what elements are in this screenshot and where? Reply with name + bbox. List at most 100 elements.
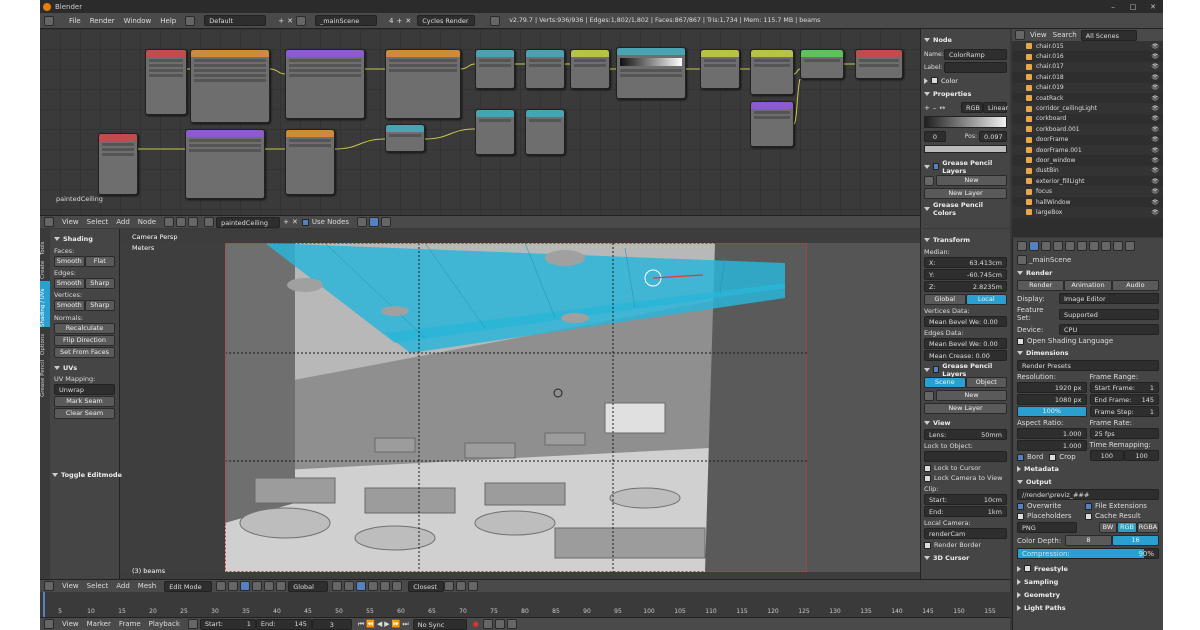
preview-range-icon[interactable] <box>187 619 198 629</box>
unwrap-select[interactable]: Unwrap <box>54 384 115 395</box>
render-preview-icon[interactable] <box>456 581 467 591</box>
tab-tools[interactable]: Tools <box>40 237 50 255</box>
outliner-type-icon[interactable] <box>1015 30 1025 40</box>
close-button[interactable]: ✕ <box>1143 3 1163 11</box>
view-gp-new-button[interactable]: New <box>936 390 1007 401</box>
color-label[interactable]: Color <box>941 77 958 85</box>
remove-material-button[interactable]: ✕ <box>292 218 298 226</box>
color-ramp-preview[interactable] <box>924 116 1007 128</box>
minimize-button[interactable]: – <box>1103 3 1123 11</box>
render-border-checkbox[interactable] <box>924 541 931 549</box>
outliner-item[interactable]: largeBox 👁 <box>1012 207 1163 218</box>
object-tab-icon[interactable] <box>1077 240 1087 251</box>
outliner-item[interactable]: chair.017 👁 <box>1012 61 1163 73</box>
view-pencil-icon[interactable] <box>924 390 934 401</box>
stop-index-field[interactable]: 0 <box>924 131 946 142</box>
node-name-field[interactable]: ColorRamp <box>944 49 1007 60</box>
viewport-shading-icon[interactable] <box>216 581 227 591</box>
flip-icon[interactable]: ↔ <box>939 104 945 112</box>
timeline-menu-frame[interactable]: Frame <box>119 620 141 628</box>
flip-direction-button[interactable]: Flip Direction <box>54 335 115 346</box>
node-section-header[interactable]: Node <box>933 36 952 44</box>
res-x-field[interactable]: 1920 px <box>1017 382 1087 393</box>
render-tab-icon[interactable] <box>1029 240 1039 251</box>
file-format-select[interactable]: PNG <box>1017 522 1077 533</box>
outliner-item[interactable]: chair.015 👁 <box>1012 41 1163 52</box>
remove-stop-icon[interactable]: – <box>933 104 937 112</box>
properties-type-icon[interactable] <box>1017 240 1027 251</box>
layers-tab-icon[interactable] <box>1041 240 1051 251</box>
res-y-field[interactable]: 1080 px <box>1017 394 1087 405</box>
modifiers-tab-icon[interactable] <box>1089 240 1099 251</box>
orientation-select[interactable]: Global <box>288 580 329 592</box>
3d-cursor-header[interactable]: 3D Cursor <box>933 554 969 562</box>
end-field[interactable]: End: 145 <box>255 618 312 630</box>
compression-slider[interactable]: Compression: 90% <box>1017 548 1159 559</box>
bw-button[interactable]: BW <box>1099 522 1117 533</box>
maximize-button[interactable]: □ <box>1123 3 1143 11</box>
sync-select[interactable]: No Sync <box>412 618 467 630</box>
snap-element-icon[interactable] <box>444 581 455 591</box>
faces-smooth-button[interactable]: Smooth <box>54 256 85 267</box>
pencil-icon[interactable] <box>924 175 934 186</box>
recalculate-button[interactable]: Recalculate <box>54 323 115 334</box>
visibility-eye-icon[interactable]: 👁 <box>1151 126 1159 133</box>
add-scene-button[interactable]: + <box>396 17 402 25</box>
vertices-smooth-button[interactable]: Smooth <box>54 300 85 311</box>
node-color-checkbox[interactable] <box>931 77 938 84</box>
outliner-item[interactable]: corkboard 👁 <box>1012 114 1163 124</box>
remap-old-field[interactable]: 100 <box>1089 450 1125 461</box>
scene-tab-icon[interactable] <box>1053 240 1063 251</box>
output-header[interactable]: Output <box>1026 478 1052 486</box>
view-section-header[interactable]: View <box>933 419 951 427</box>
tab-grease-pencil[interactable]: Grease Pencil <box>40 357 50 397</box>
pos-field[interactable]: 0.097 <box>979 131 1007 142</box>
overwrite-checkbox[interactable] <box>1017 502 1024 510</box>
remap-new-field[interactable]: 100 <box>1124 450 1159 461</box>
edges-sharp-button[interactable]: Sharp <box>84 278 115 289</box>
snap-target-select[interactable]: Closest <box>408 580 445 592</box>
outliner-item[interactable]: doorFrame 👁 <box>1012 135 1163 145</box>
cache-result-checkbox[interactable] <box>1085 512 1092 520</box>
crop-checkbox[interactable] <box>1049 453 1057 461</box>
screen-layout-icon[interactable] <box>185 15 196 26</box>
osl-checkbox[interactable] <box>1017 337 1024 345</box>
scale-icon[interactable] <box>276 581 287 591</box>
material-field[interactable]: paintedCeiling <box>216 216 281 228</box>
set-from-faces-button[interactable]: Set From Faces <box>54 347 115 358</box>
color-mode-select[interactable]: RGB <box>961 102 983 113</box>
menu-render[interactable]: Render <box>90 17 115 25</box>
timeline-menu-view[interactable]: View <box>62 620 79 628</box>
texture-tab-icon[interactable] <box>1125 240 1135 251</box>
clear-seam-button[interactable]: Clear Seam <box>54 408 115 419</box>
properties-header[interactable]: Properties <box>933 90 971 98</box>
outliner-item[interactable]: dustBin 👁 <box>1012 165 1163 177</box>
insert-keyframe-icon[interactable] <box>494 619 505 629</box>
sampling-header[interactable]: Sampling <box>1024 578 1058 586</box>
lock-object-field[interactable] <box>924 451 1007 462</box>
gp-new-button[interactable]: New <box>936 175 1007 186</box>
view-gp-new-layer-button[interactable]: New Layer <box>924 403 1007 414</box>
outliner-item[interactable]: chair.016 👁 <box>1012 51 1163 61</box>
tab-create[interactable]: Create <box>40 257 50 279</box>
visibility-eye-icon[interactable]: 👁 <box>1151 84 1159 91</box>
visibility-eye-icon[interactable]: 👁 <box>1151 188 1159 195</box>
opengl-render-icon[interactable] <box>468 581 479 591</box>
snap-magnet-icon[interactable] <box>392 581 403 591</box>
visibility-eye-icon[interactable]: 👁 <box>1151 63 1159 70</box>
outliner-item[interactable]: focus 👁 <box>1012 186 1163 197</box>
outliner-item[interactable]: chair.019 👁 <box>1012 82 1163 93</box>
jump-start-icon[interactable]: ⏮ <box>358 620 364 629</box>
manipulator-icon[interactable] <box>240 581 251 591</box>
local-camera-field[interactable]: renderCam <box>924 528 1007 539</box>
jump-end-icon[interactable]: ⏭ <box>402 620 408 629</box>
layout-field[interactable]: Default <box>204 15 267 26</box>
output-path-field[interactable]: //render\previz_### <box>1017 489 1159 500</box>
info-editor-icon[interactable] <box>44 15 54 26</box>
world-shader-icon[interactable] <box>176 217 187 227</box>
timeline-menu-playback[interactable]: Playback <box>149 620 180 628</box>
visibility-eye-icon[interactable]: 👁 <box>1151 74 1159 81</box>
lens-field[interactable]: Lens: 50mm <box>924 429 1007 440</box>
backdrop-icon[interactable] <box>357 217 368 227</box>
light-paths-header[interactable]: Light Paths <box>1024 604 1066 612</box>
